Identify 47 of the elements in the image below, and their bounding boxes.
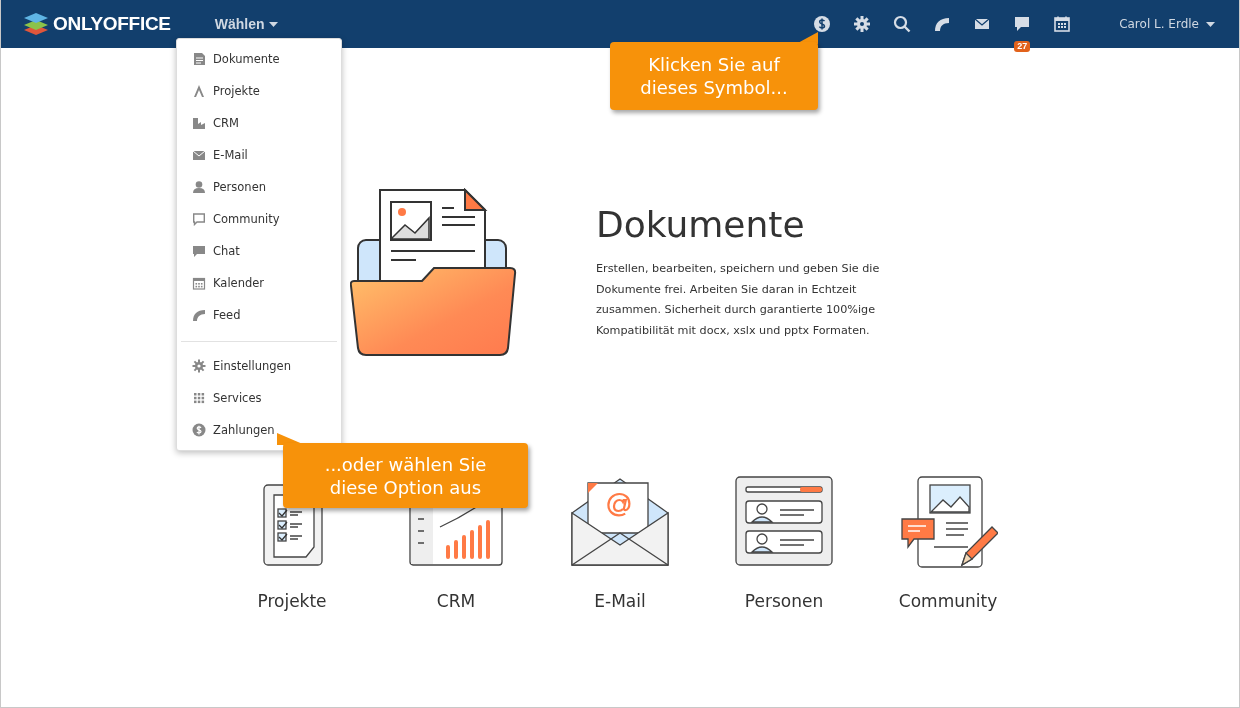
logo-text[interactable]: ONLYOFFICE <box>53 13 171 35</box>
menu-item[interactable]: Community <box>177 203 341 235</box>
caret-icon <box>269 21 279 27</box>
hero-description: Erstellen, bearbeiten, speichern und geben Sie die Dokumente frei. Arbeiten Sie daran in Echtzeit zusammen. Sicherheit durch garantierte 100%ige Kompatibilität mit docx, xslx und pptx Formaten. <box>596 261 881 339</box>
menu-item[interactable]: Personen <box>177 171 341 203</box>
module-switch[interactable]: Wählen <box>214 16 279 32</box>
compass-icon <box>192 84 206 98</box>
user-menu[interactable]: Carol L. Erdle <box>1119 17 1215 31</box>
feed-icon[interactable] <box>933 15 952 33</box>
module-link[interactable]: Community <box>898 591 998 611</box>
document-icon <box>192 52 206 66</box>
settings-icon[interactable] <box>853 15 872 33</box>
menu-item[interactable]: Dokumente <box>177 43 341 75</box>
community-drawing[interactable] <box>898 475 998 571</box>
calendar-icon <box>192 276 206 290</box>
menu-item[interactable]: E-Mail <box>177 139 341 171</box>
logo-icon[interactable] <box>23 12 49 36</box>
speech-bubble-icon <box>192 212 206 226</box>
callout-tooltip: ...oder wählen Sie diese Option aus <box>283 443 528 508</box>
count-badge: 27 <box>1014 41 1031 52</box>
module-link[interactable]: CRM <box>436 591 476 611</box>
menu-item[interactable]: Einstellungen <box>181 350 337 382</box>
dollar-icon[interactable] <box>813 15 832 33</box>
grid-icon <box>192 391 206 405</box>
menu-item[interactable]: Zahlungen <box>181 414 337 446</box>
menu-item[interactable]: Projekte <box>177 75 341 107</box>
callout-tooltip: Klicken Sie auf dieses Symbol... <box>610 42 818 110</box>
module-link[interactable]: E-Mail <box>594 591 646 611</box>
search-icon[interactable] <box>893 15 912 33</box>
hero-title: Dokumente <box>596 204 806 245</box>
person-icon <box>192 180 206 194</box>
menu-item[interactable]: Feed <box>177 299 341 331</box>
menu-item[interactable]: Chat <box>177 235 341 267</box>
settings-icon <box>192 359 206 373</box>
menu-item[interactable]: CRM <box>177 107 341 139</box>
feed-icon <box>192 308 206 322</box>
caret-icon <box>1206 21 1215 27</box>
module-link[interactable]: Projekte <box>257 591 327 611</box>
dollar-icon <box>192 423 206 437</box>
chat-icon <box>192 244 206 258</box>
calendar-icon[interactable] <box>1053 15 1072 33</box>
mail-icon <box>192 148 206 162</box>
module-link[interactable]: Personen <box>744 591 824 611</box>
menu-item[interactable]: Services <box>181 382 337 414</box>
buildings-icon <box>192 116 206 130</box>
menu-item[interactable]: Kalender <box>177 267 341 299</box>
chat-icon[interactable] <box>1013 15 1032 33</box>
